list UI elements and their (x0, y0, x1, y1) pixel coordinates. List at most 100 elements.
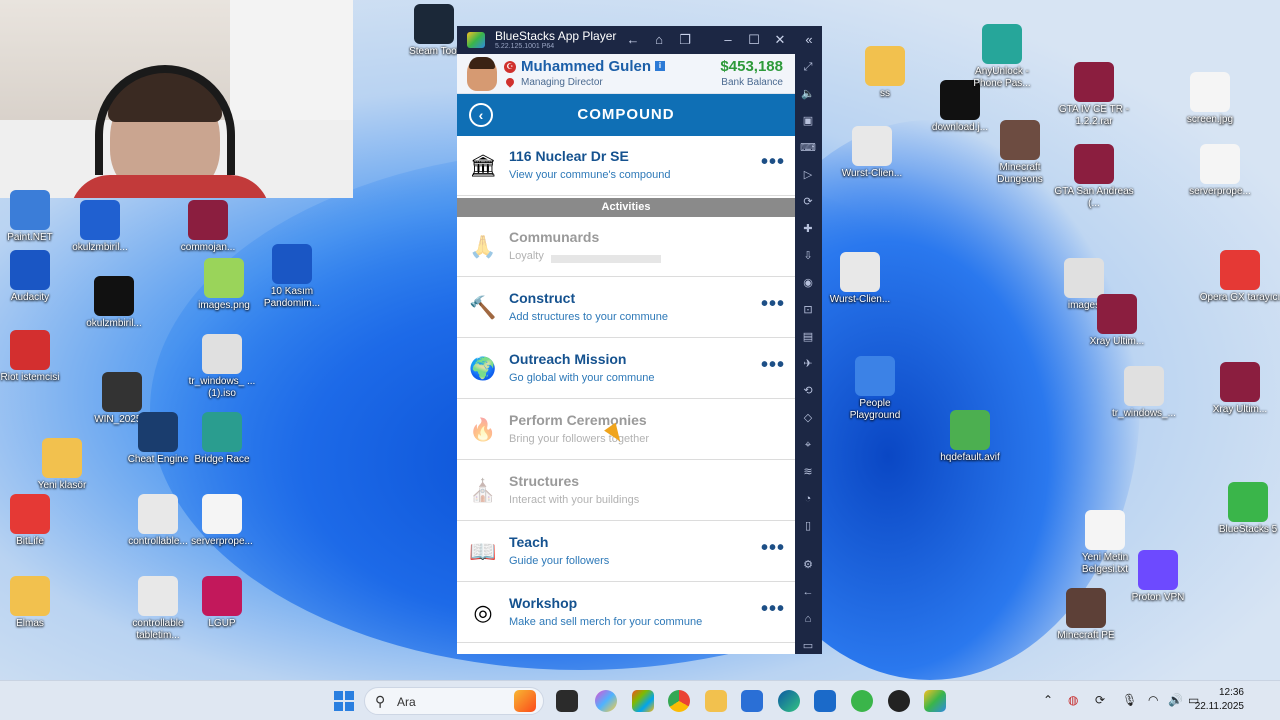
volume-icon[interactable]: 🔈 (800, 86, 816, 102)
more-options-icon[interactable]: ••• (761, 355, 785, 375)
collapse-sidebar-icon[interactable]: « (800, 31, 818, 49)
desktop-icon[interactable]: AnyUnlock - Phone Pas... (960, 24, 1044, 90)
tray-app-icon[interactable]: ◍ (1068, 693, 1078, 707)
wifi-icon[interactable]: ◠ (1148, 693, 1158, 707)
record-icon[interactable]: ⊡ (800, 302, 816, 318)
start-button[interactable] (334, 691, 354, 711)
desktop-icon[interactable]: Riot istemcisi (0, 330, 72, 384)
activity-row-teach[interactable]: 📖 Teach Guide your followers ••• (457, 522, 795, 582)
desktop-icon[interactable]: serverprope... (1178, 144, 1262, 198)
player-avatar[interactable] (467, 57, 497, 91)
desktop-icon[interactable]: BitLife (0, 494, 72, 548)
copilot-icon[interactable] (595, 690, 617, 712)
desktop-icon[interactable]: tr_windows_... (1102, 366, 1186, 420)
keyboard-icon[interactable]: ⌨ (800, 140, 816, 156)
android-recents-icon[interactable]: ▭ (800, 638, 816, 654)
desktop-icon[interactable]: Minecraft Dungeons (978, 120, 1062, 186)
speaker-icon[interactable]: 🔊 (1168, 693, 1183, 707)
layers-icon[interactable]: ≋ (800, 464, 816, 480)
tray-overflow-icon[interactable]: ⌃ (1043, 693, 1053, 707)
airplane-icon[interactable]: ✈ (800, 356, 816, 372)
desktop-icon[interactable]: Proton VPN (1116, 550, 1200, 604)
apk-icon[interactable]: ⇩ (800, 248, 816, 264)
location-icon[interactable]: ⌖ (800, 437, 816, 453)
desktop-icon[interactable]: ss (843, 46, 927, 100)
more-options-icon[interactable]: ••• (761, 294, 785, 314)
gamepad-icon[interactable]: ✚ (800, 221, 816, 237)
sync-icon[interactable]: ⟳ (800, 194, 816, 210)
close-icon[interactable]: ✕ (771, 31, 789, 49)
desktop-icon[interactable]: Audacity (0, 250, 72, 304)
back-arrow-icon[interactable]: ← (624, 31, 642, 49)
eco-mode-icon[interactable]: ◔ (800, 491, 816, 507)
macro-icon[interactable]: ▷ (800, 167, 816, 183)
desktop-icon[interactable]: People Playground (833, 356, 917, 422)
file-explorer-icon[interactable] (705, 690, 727, 712)
activity-row-outreach-mission[interactable]: 🌍 Outreach Mission Go global with your com… (457, 339, 795, 399)
desktop-icon[interactable]: Elmas (0, 576, 72, 630)
activity-row-structures[interactable]: ⛪ Structures Interact with your buildings (457, 461, 795, 521)
settings-icon[interactable]: ⚙ (800, 557, 816, 573)
fullscreen-icon[interactable]: ⤢ (800, 59, 816, 75)
taskbar-widget-icon[interactable] (514, 690, 536, 712)
activity-row-perform-ceremonies[interactable]: 🔥 Perform Ceremonies Bring your followers … (457, 400, 795, 460)
bank-balance[interactable]: $453,188 (720, 58, 783, 75)
clock[interactable]: 12:36 22.11.2025 (1195, 686, 1244, 714)
desktop-icon[interactable]: screen.jpg (1168, 72, 1252, 126)
desktop-icon[interactable]: LGUP (180, 576, 264, 630)
activity-row-construct[interactable]: 🔨 Construct Add structures to your commune… (457, 278, 795, 338)
desktop-icon[interactable]: Wurst-Clien... (818, 252, 902, 306)
microphone-icon[interactable]: 🎙 (1122, 693, 1137, 707)
activity-row-workshop[interactable]: ◎ Workshop Make and sell merch for your co… (457, 583, 795, 643)
desktop-icon[interactable]: commojan... (166, 200, 250, 254)
desktop-icon[interactable]: GTA IV CE TR - 1.2.2.rar (1052, 62, 1136, 128)
maximize-icon[interactable]: ☐ (745, 31, 763, 49)
desktop-icon[interactable]: okulzmbiril... (72, 276, 156, 330)
desktop-icon[interactable]: 10 Kasım Pandomim... (250, 244, 334, 310)
tray-sync-icon[interactable]: ⟳ (1095, 693, 1105, 707)
android-home-icon[interactable]: ⌂ (800, 611, 816, 627)
info-icon[interactable]: i (655, 61, 666, 71)
desktop-icon[interactable]: serverprope... (180, 494, 264, 548)
windows-xp-icon[interactable] (632, 690, 654, 712)
compound-row[interactable]: 🏛 116 Nuclear Dr SE View your commune's … (457, 136, 795, 196)
activity-row-communards[interactable]: 🙏 Communards Loyalty (457, 217, 795, 277)
android-back-icon[interactable]: ← (800, 584, 816, 600)
desktop-icon[interactable]: Xray Ultim... (1075, 294, 1159, 348)
store-icon[interactable] (814, 690, 836, 712)
eraser-icon[interactable]: ◇ (800, 410, 816, 426)
side-panel-icon[interactable]: ▯ (800, 518, 816, 534)
desktop-icon[interactable]: Minecraft PE (1044, 588, 1128, 642)
home-icon[interactable]: ⌂ (650, 31, 668, 49)
task-view-icon[interactable] (556, 690, 578, 712)
edge-icon[interactable] (778, 690, 800, 712)
player-name[interactable]: Muhammed Gulen i (521, 58, 666, 75)
desktop-icon[interactable]: hqdefault.avif (928, 410, 1012, 464)
multi-instance-icon[interactable]: ❐ (676, 31, 694, 49)
screenshot-icon[interactable]: ◉ (800, 275, 816, 291)
bluestacks-taskbar-icon[interactable] (924, 690, 946, 712)
more-options-icon[interactable]: ••• (761, 599, 785, 619)
bluestacks-window[interactable]: BlueStacks App Player 5.22.125.1001 P64 … (457, 26, 822, 654)
more-options-icon[interactable]: ••• (761, 152, 785, 172)
gallery-icon[interactable]: ▤ (800, 329, 816, 345)
chrome-icon[interactable] (668, 690, 690, 712)
minimize-icon[interactable]: – (719, 31, 737, 49)
desktop-icon[interactable]: Xray Ultim... (1198, 362, 1280, 416)
search-placeholder: Ara (397, 695, 416, 709)
recording-app-icon[interactable] (888, 690, 910, 712)
desktop-icon[interactable]: Opera GX tarayıcı (1198, 250, 1280, 304)
rotate-icon[interactable]: ⟲ (800, 383, 816, 399)
desktop-icon[interactable]: tr_windows_ ...(1).iso (180, 334, 264, 400)
utorrent-icon[interactable] (851, 690, 873, 712)
desktop-icon[interactable]: okulzmbiril... (58, 200, 142, 254)
media-icon[interactable]: ▣ (800, 113, 816, 129)
desktop-icon[interactable]: GTA San Andreas (... (1052, 144, 1136, 210)
desktop-icon[interactable]: Yeni klasör (20, 438, 104, 492)
desktop-icon[interactable]: BlueStacks 5 (1206, 482, 1280, 536)
more-options-icon[interactable]: ••• (761, 538, 785, 558)
window-titlebar[interactable]: BlueStacks App Player 5.22.125.1001 P64 … (457, 26, 822, 54)
desktop-icon[interactable]: Bridge Race (180, 412, 264, 466)
outlook-icon[interactable] (741, 690, 763, 712)
desktop-icon[interactable]: Wurst-Clien... (830, 126, 914, 180)
